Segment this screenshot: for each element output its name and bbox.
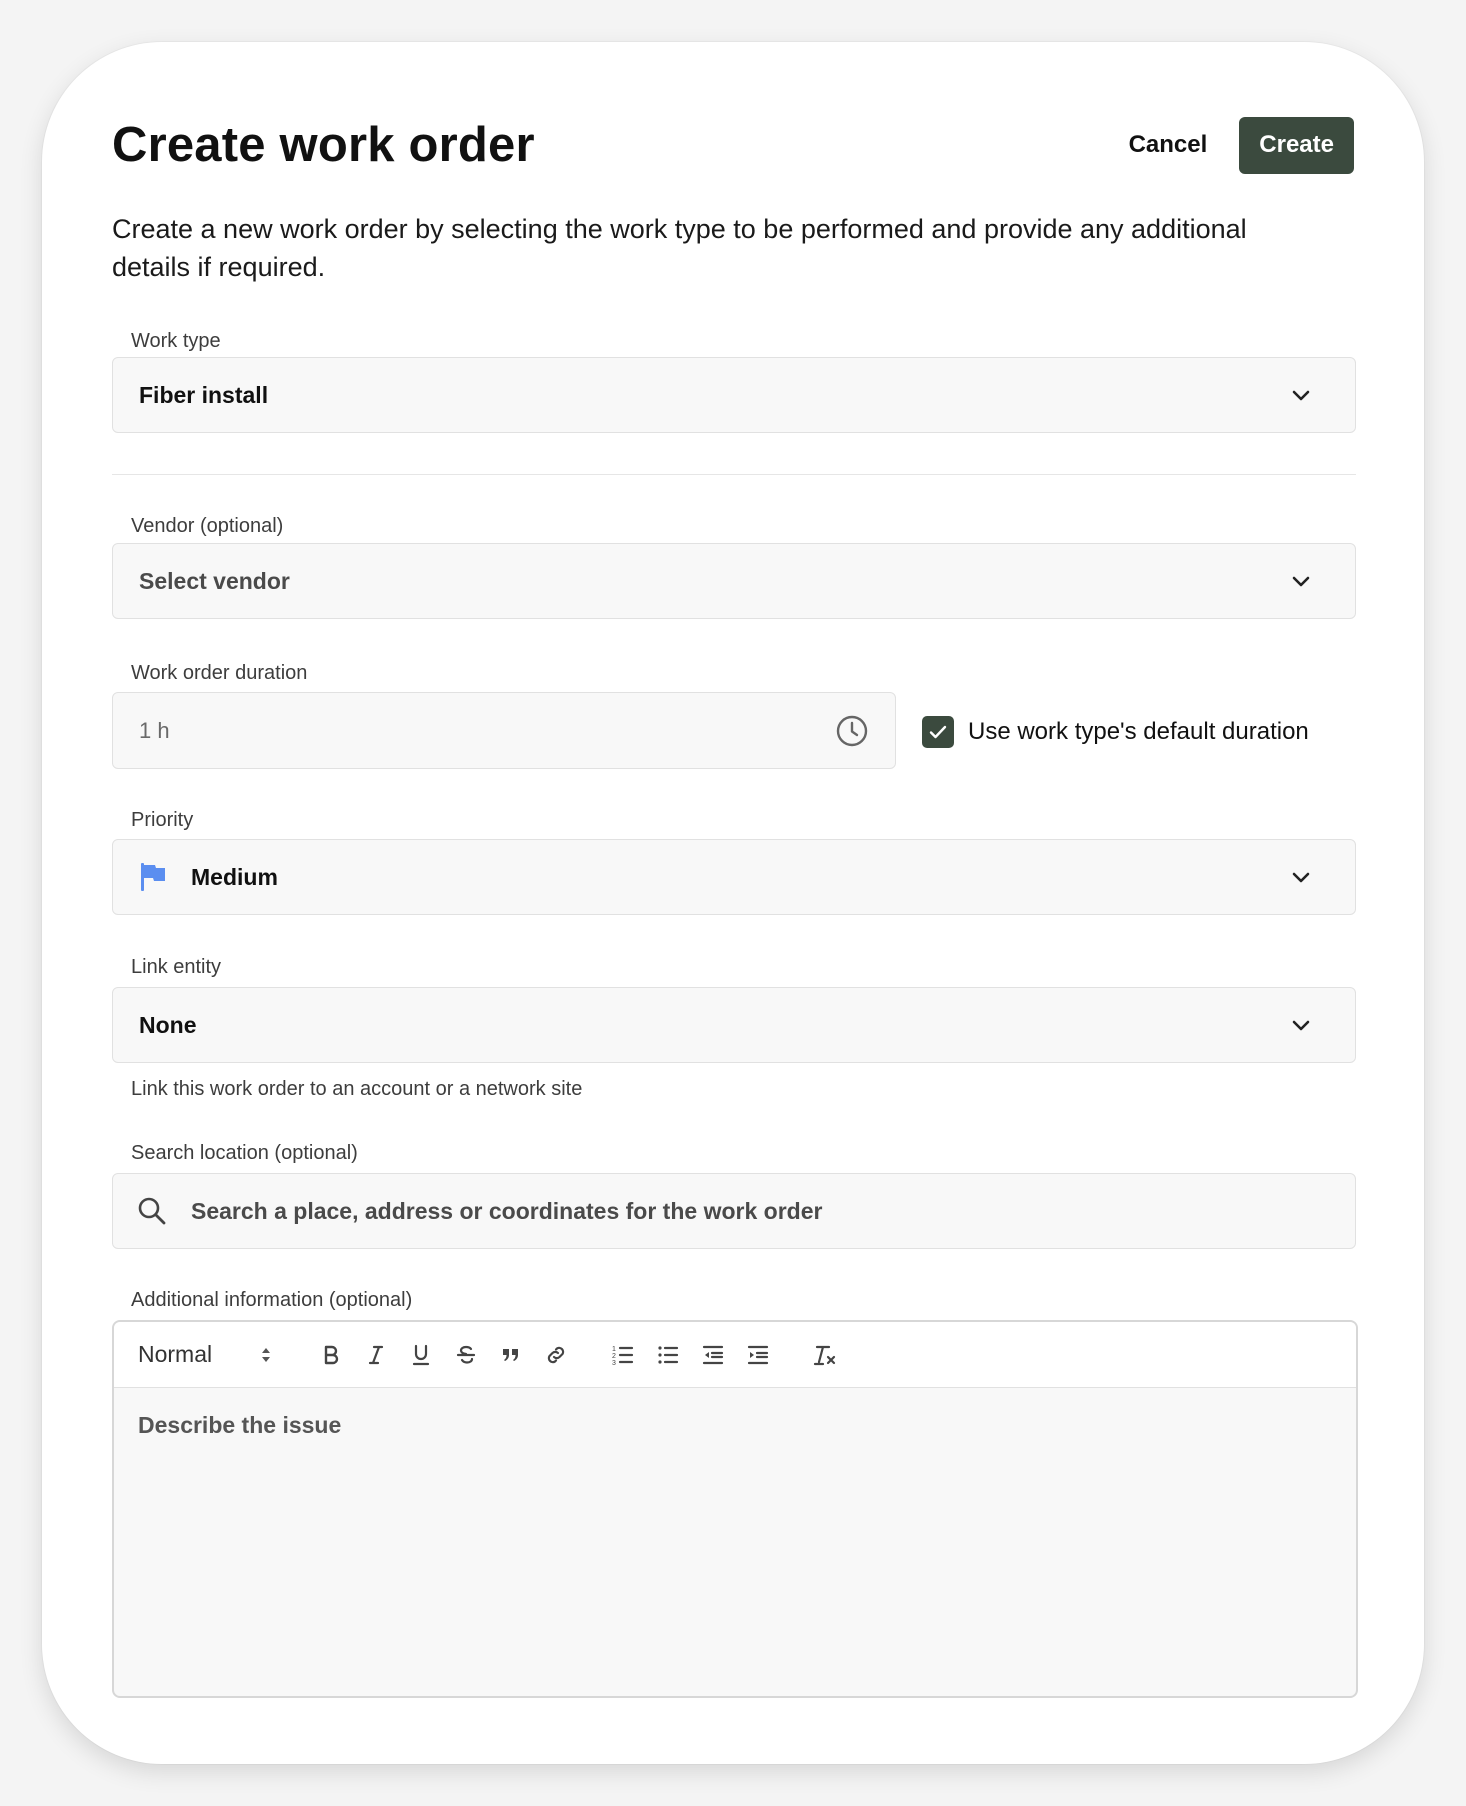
priority-value: Medium xyxy=(191,863,278,890)
link-entity-value: None xyxy=(139,1011,197,1038)
indent-icon xyxy=(747,1345,768,1364)
bold-icon xyxy=(324,1345,338,1364)
vendor-value: Select vendor xyxy=(139,567,290,594)
link-icon xyxy=(547,1346,564,1363)
editor-toolbar: Normal 123 xyxy=(114,1322,1356,1388)
clock-icon xyxy=(836,715,868,746)
updown-arrows-icon xyxy=(262,1347,271,1362)
italic-button[interactable] xyxy=(353,1335,398,1375)
header-actions: Cancel Create xyxy=(1129,116,1354,174)
default-duration-checkbox[interactable] xyxy=(922,716,954,748)
section-divider xyxy=(112,474,1356,475)
ordered-list-button[interactable]: 123 xyxy=(600,1335,645,1375)
priority-select[interactable]: Medium xyxy=(112,839,1356,915)
search-icon xyxy=(138,1197,166,1225)
quote-icon xyxy=(502,1348,518,1361)
work-type-value: Fiber install xyxy=(139,381,269,408)
format-select-value: Normal xyxy=(138,1341,213,1367)
bullet-list-icon xyxy=(657,1345,678,1364)
default-duration-checkbox-row[interactable]: Use work type's default duration xyxy=(922,716,1309,748)
flag-icon xyxy=(141,863,165,891)
editor-placeholder: Describe the issue xyxy=(138,1412,342,1438)
chevron-down-icon xyxy=(1292,1020,1310,1031)
clear-format-button[interactable] xyxy=(802,1335,847,1375)
quote-button[interactable] xyxy=(488,1335,533,1375)
svg-text:2: 2 xyxy=(612,1353,616,1360)
outdent-button[interactable] xyxy=(690,1335,735,1375)
ordered-list-icon: 123 xyxy=(612,1346,633,1367)
work-type-label: Work type xyxy=(131,330,221,352)
vendor-label: Vendor (optional) xyxy=(131,515,284,537)
search-location-label: Search location (optional) xyxy=(131,1142,358,1164)
duration-input[interactable]: 1 h xyxy=(112,692,896,769)
svg-text:3: 3 xyxy=(612,1360,616,1367)
chevron-down-icon xyxy=(1292,576,1310,587)
link-button[interactable] xyxy=(533,1335,578,1375)
dialog-header: Create work order Cancel Create xyxy=(112,112,1354,178)
indent-button[interactable] xyxy=(735,1335,780,1375)
work-type-select[interactable]: Fiber install xyxy=(112,357,1356,433)
priority-label: Priority xyxy=(131,809,194,831)
page-title: Create work order xyxy=(112,118,535,172)
link-entity-label: Link entity xyxy=(131,956,222,978)
duration-value: 1 h xyxy=(139,717,170,743)
search-location-input[interactable]: Search a place, address or coordinates f… xyxy=(112,1173,1356,1249)
link-entity-hint: Link this work order to an account or a … xyxy=(131,1078,583,1100)
underline-icon xyxy=(412,1344,429,1365)
chevron-down-icon xyxy=(1292,390,1310,401)
editor-textarea[interactable]: Describe the issue xyxy=(114,1388,1356,1463)
additional-info-label: Additional information (optional) xyxy=(131,1289,413,1311)
bullet-list-button[interactable] xyxy=(645,1335,690,1375)
bold-button[interactable] xyxy=(308,1335,353,1375)
clear-format-icon xyxy=(813,1345,835,1365)
svg-text:1: 1 xyxy=(612,1346,616,1353)
default-duration-label: Use work type's default duration xyxy=(968,718,1309,745)
outdent-icon xyxy=(702,1345,723,1364)
strikethrough-icon xyxy=(456,1345,475,1364)
italic-icon xyxy=(368,1345,383,1364)
vendor-select[interactable]: Select vendor xyxy=(112,543,1356,619)
rich-text-editor: Normal 123 Describe the issue xyxy=(112,1320,1358,1698)
strikethrough-button[interactable] xyxy=(443,1335,488,1375)
create-button[interactable]: Create xyxy=(1239,116,1354,174)
underline-button[interactable] xyxy=(398,1335,443,1375)
format-select[interactable]: Normal xyxy=(138,1341,308,1368)
chevron-down-icon xyxy=(1292,872,1310,883)
duration-label: Work order duration xyxy=(131,662,308,684)
search-location-placeholder: Search a place, address or coordinates f… xyxy=(191,1197,823,1224)
checkmark-icon xyxy=(929,725,947,739)
link-entity-select[interactable]: None xyxy=(112,987,1356,1063)
cancel-button[interactable]: Cancel xyxy=(1129,131,1208,159)
dialog-description: Create a new work order by selecting the… xyxy=(112,214,1247,282)
